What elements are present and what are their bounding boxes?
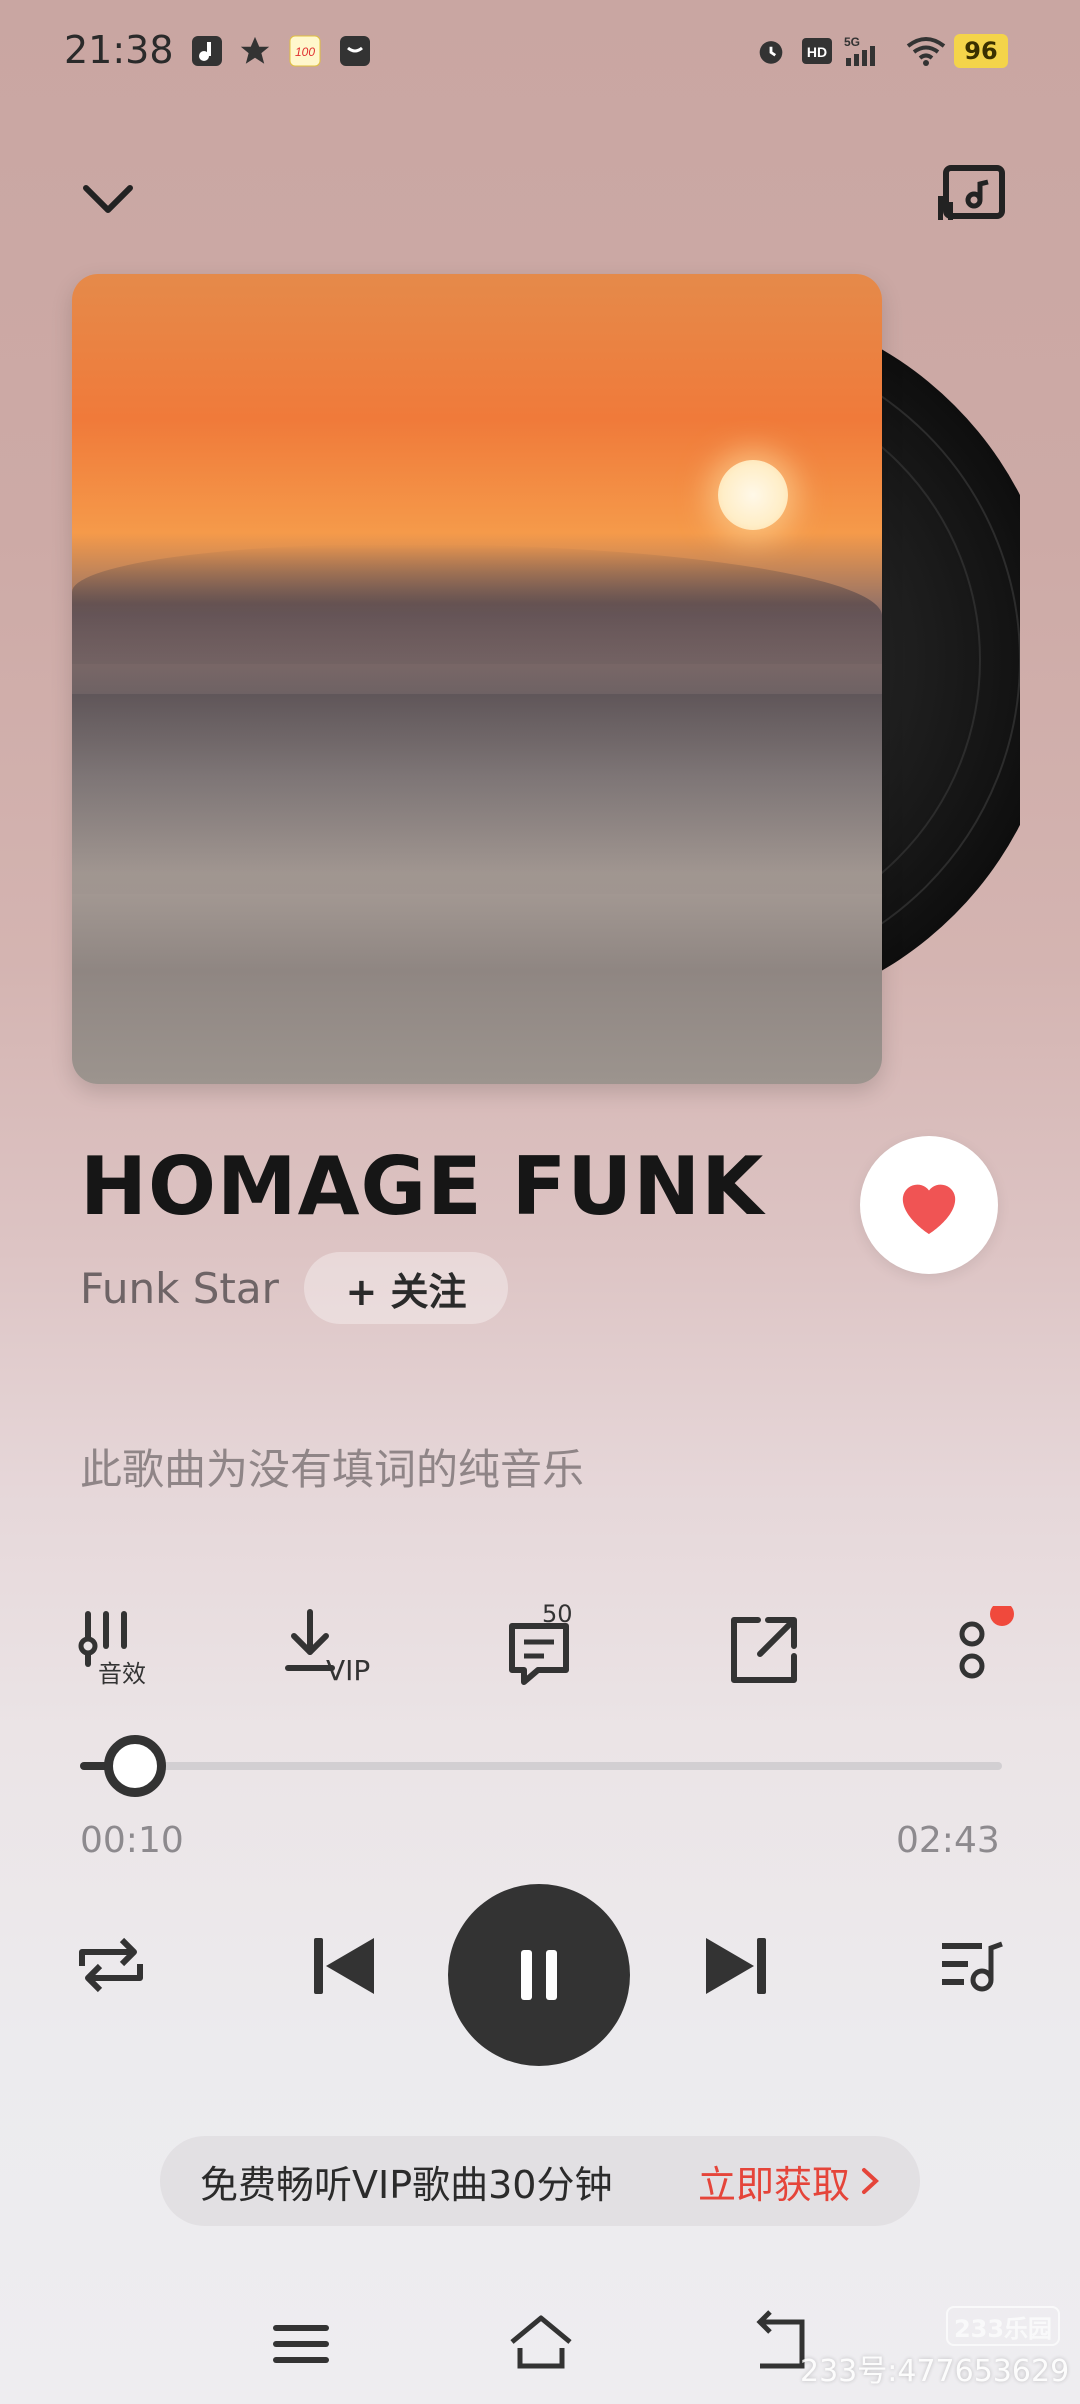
music-app-icon (190, 34, 224, 68)
progress-knob[interactable] (104, 1735, 167, 1797)
artist-name[interactable]: Funk Star (80, 1264, 279, 1313)
sound-effect-label: 音效 (98, 1660, 146, 1688)
pause-button[interactable] (448, 1884, 630, 2066)
total-time: 02:43 (896, 1820, 1000, 1861)
progress-track[interactable] (80, 1762, 1002, 1770)
nav-menu-button[interactable] (266, 2308, 336, 2378)
like-button[interactable] (860, 1136, 998, 1274)
alarm-icon (754, 34, 788, 68)
album-sun (718, 460, 788, 530)
battery-indicator: 96 (954, 34, 1008, 68)
sound-effect-button[interactable]: 音效 (76, 1606, 166, 1696)
chevron-right-icon (862, 2168, 879, 2194)
pause-icon (521, 1950, 557, 2000)
previous-button[interactable] (310, 1930, 400, 2020)
svg-text:5G: 5G (844, 35, 860, 49)
more-options-button[interactable] (940, 1602, 1020, 1696)
menu-icon (273, 2325, 329, 2363)
vip-trial-banner[interactable]: 免费畅听VIP歌曲30分钟 立即获取 (160, 2136, 920, 2226)
vip-banner-text: 免费畅听VIP歌曲30分钟 (200, 2162, 613, 2207)
download-vip-label: VIP (326, 1654, 371, 1687)
vip-claim-link[interactable]: 立即获取 (698, 2154, 880, 2209)
collapse-chevron-down-icon[interactable] (76, 166, 140, 230)
status-time: 21:38 (64, 28, 174, 72)
playlist-icon (942, 1941, 1003, 1992)
skip-next-icon (706, 1938, 766, 1994)
song-title: HOMAGE FUNK (80, 1140, 765, 1233)
comments-button[interactable]: 50 (504, 1600, 594, 1696)
hd-icon: HD (800, 34, 834, 68)
home-icon (510, 2315, 572, 2369)
heart-icon (902, 1184, 956, 1235)
current-time: 00:10 (80, 1820, 184, 1861)
cell-signal-icon: 5G (844, 34, 894, 68)
vip-claim-label: 立即获取 (697, 2162, 850, 2207)
album-wave (72, 694, 882, 894)
share-icon (731, 1617, 797, 1683)
app-100-icon: 100 (288, 34, 322, 68)
playlist-button[interactable] (938, 1930, 1028, 2020)
wifi-icon (904, 34, 948, 68)
album-cover[interactable] (72, 274, 882, 1084)
box-app-icon (338, 34, 372, 68)
lyrics-note[interactable]: 此歌曲为没有填词的纯音乐 (80, 1436, 584, 1497)
nav-home-button[interactable] (506, 2308, 576, 2378)
notification-dot (990, 1602, 1014, 1626)
svg-text:100: 100 (295, 45, 315, 59)
more-icon (959, 1602, 1014, 1679)
share-button[interactable] (724, 1606, 814, 1696)
skip-previous-icon (314, 1938, 374, 1994)
next-button[interactable] (700, 1930, 790, 2020)
comment-count-badge: 50 (542, 1600, 573, 1628)
star-icon (238, 34, 272, 68)
download-button[interactable]: VIP (284, 1606, 384, 1696)
watermark-logo: 233乐园 (946, 2306, 1060, 2346)
repeat-button[interactable] (76, 1930, 166, 2020)
album-wave (72, 544, 882, 664)
cast-device-icon[interactable] (936, 162, 1008, 228)
svg-text:HD: HD (807, 44, 827, 60)
follow-button[interactable]: + 关注 (304, 1252, 508, 1324)
watermark-text: 233号:477653629 (800, 2354, 1070, 2389)
repeat-icon (79, 1937, 143, 1993)
